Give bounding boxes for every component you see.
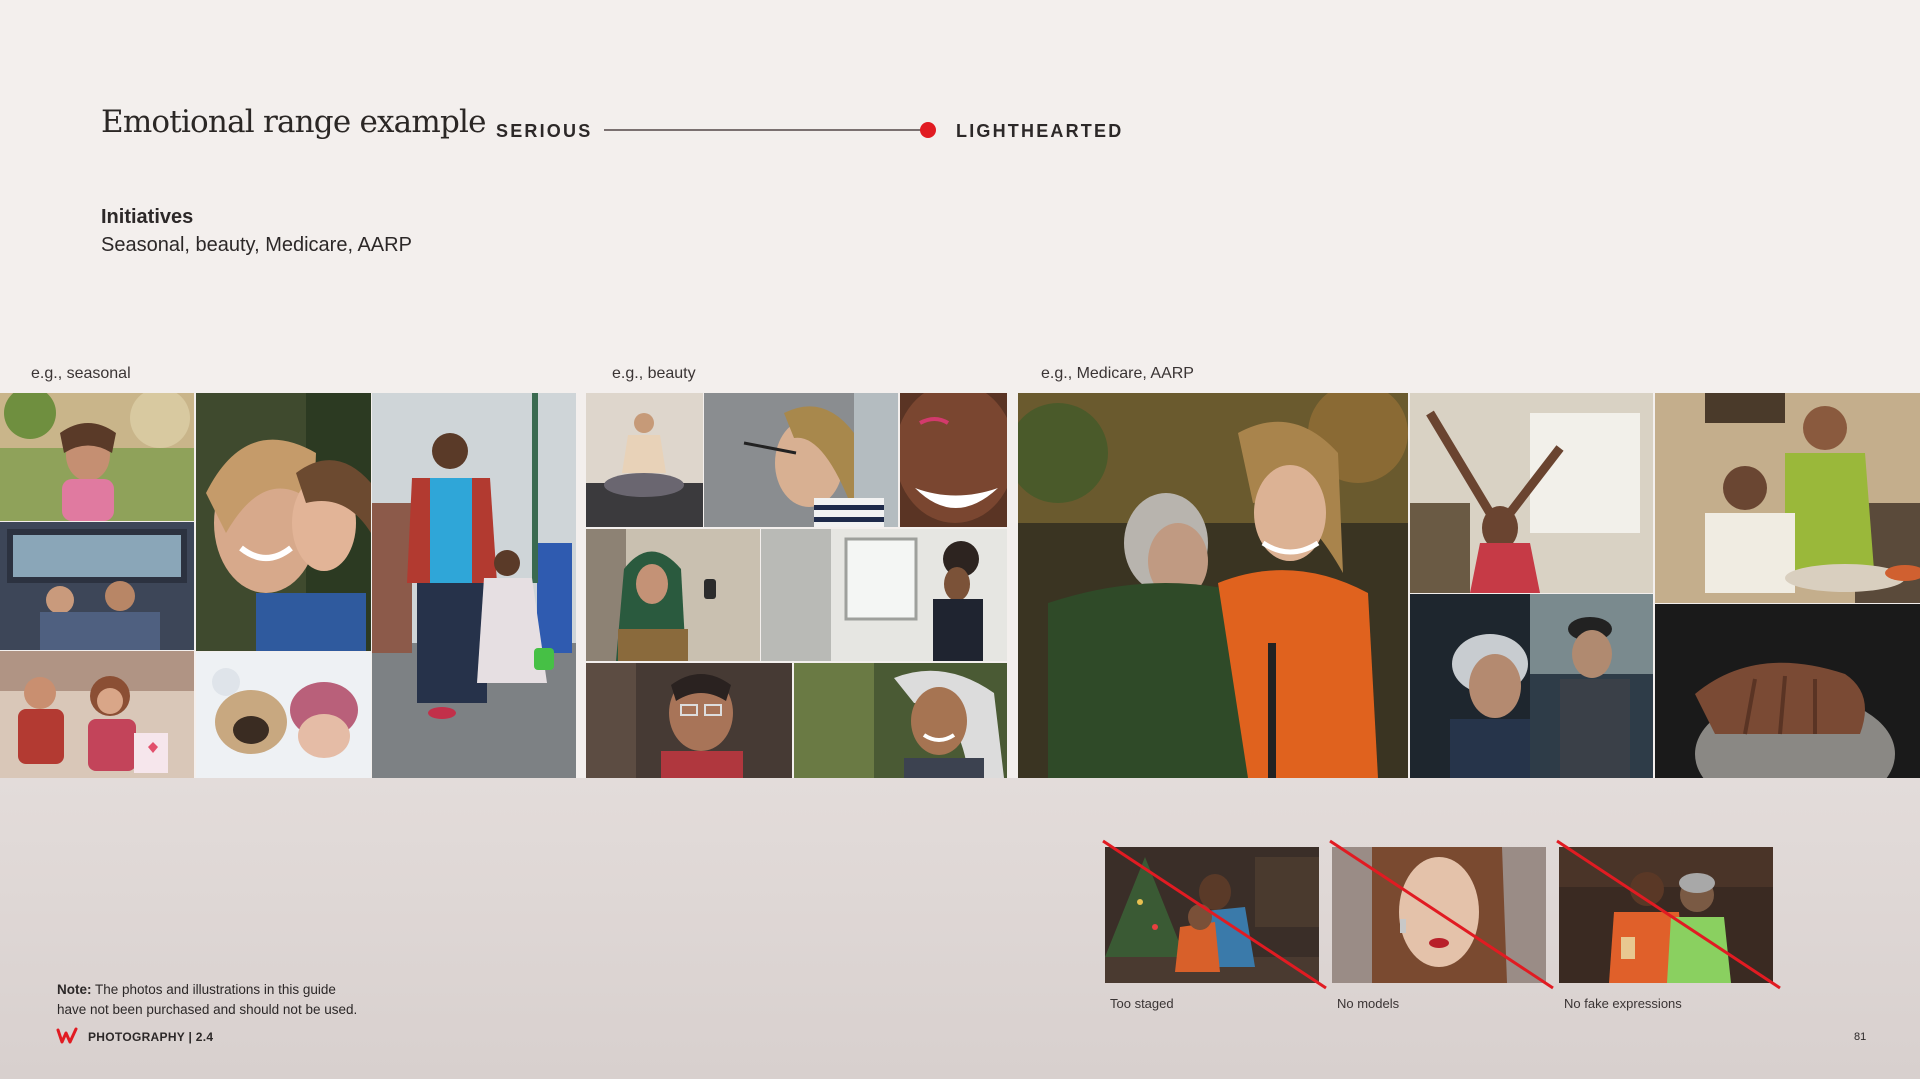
usage-note: Note: The photos and illustrations in th… xyxy=(57,980,357,1020)
dont-label-no-models: No models xyxy=(1337,996,1400,1011)
medicare-photo-couple-kitchen xyxy=(1655,393,1920,603)
page-title: Emotional range example xyxy=(101,104,486,140)
page-number: 81 xyxy=(1854,1031,1867,1043)
beauty-photo-woman-bathroom xyxy=(761,529,1007,661)
scale-label-lighthearted: LIGHTHEARTED xyxy=(956,121,1124,141)
beauty-photo-senior-woman-glasses xyxy=(586,663,792,778)
beauty-photo-hijab-mirror xyxy=(586,529,760,661)
seasonal-photo-pug-snow xyxy=(196,652,371,778)
beauty-photo-smile-closeup xyxy=(900,393,1007,527)
note-line-2: have not been purchased and should not b… xyxy=(57,1002,358,1017)
dont-label-too-staged: Too staged xyxy=(1110,996,1174,1011)
scale-label-serious: SERIOUS xyxy=(496,121,593,141)
category-label-beauty: e.g., beauty xyxy=(612,365,696,382)
category-label-medicare: e.g., Medicare, AARP xyxy=(1041,365,1194,382)
dont-label-no-fake-expressions: No fake expressions xyxy=(1564,996,1682,1011)
beauty-photo-silver-hair xyxy=(794,663,1007,778)
seasonal-photo-kids-valentines xyxy=(0,651,194,778)
seasonal-photo-father-daughter-walk xyxy=(372,393,576,778)
dont-photo-no-models xyxy=(1332,847,1546,983)
note-label: Note: xyxy=(57,982,92,997)
initiatives-heading: Initiatives xyxy=(101,206,194,228)
initiatives-text: Seasonal, beauty, Medicare, AARP xyxy=(101,234,412,256)
beauty-photo-eyeliner xyxy=(704,393,898,527)
dont-photo-too-staged xyxy=(1105,847,1319,983)
seasonal-photo-girl-laughing xyxy=(0,393,194,521)
emotional-range-marker xyxy=(920,122,936,138)
category-label-seasonal: e.g., seasonal xyxy=(31,365,131,382)
walgreens-logo-icon xyxy=(56,1027,78,1044)
beauty-photo-woman-meditating xyxy=(586,393,703,527)
medicare-photo-couple-car xyxy=(1410,594,1653,778)
medicare-photo-woman-stretching xyxy=(1410,393,1653,593)
dont-photo-no-fake-expressions xyxy=(1559,847,1773,983)
medicare-photo-hands-cane xyxy=(1655,604,1920,778)
seasonal-photo-mother-kiss xyxy=(196,393,371,651)
note-line-1: The photos and illustrations in this gui… xyxy=(91,982,336,997)
footer-section: PHOTOGRAPHY | 2.4 xyxy=(88,1030,214,1044)
medicare-photo-women-hugging xyxy=(1018,393,1408,778)
seasonal-photo-family-car xyxy=(0,522,194,650)
emotional-range-track xyxy=(604,129,928,131)
